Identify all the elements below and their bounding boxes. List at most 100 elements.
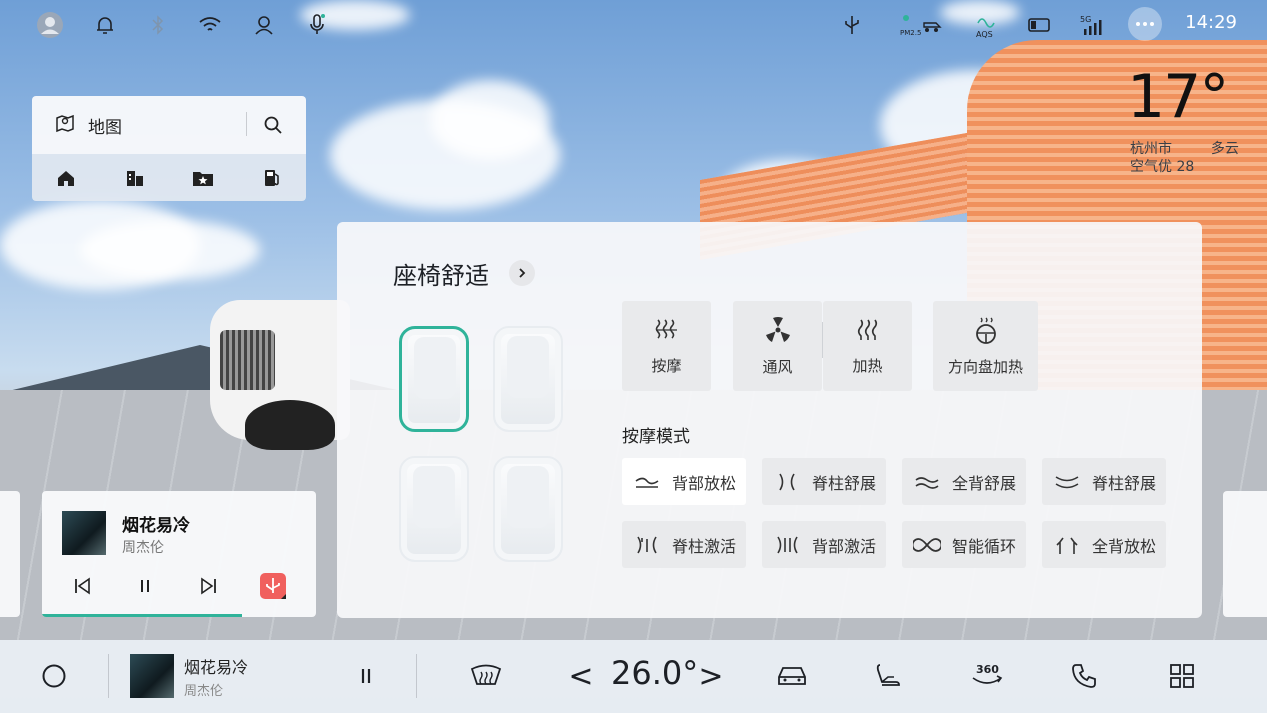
massage-label: 按摩 xyxy=(651,356,682,375)
playback-progress xyxy=(42,614,243,617)
avatar-icon[interactable] xyxy=(35,10,65,40)
previous-card-tab[interactable] xyxy=(0,491,20,617)
seat-comfort-panel: 座椅舒适 按摩 通风 加热 方向盘加热 按摩模式 背部放松 脊柱舒展 全背舒展 … xyxy=(337,222,1202,618)
wifi-icon[interactable] xyxy=(195,10,225,40)
dock-song-title[interactable]: 烟花易冷 xyxy=(184,654,248,678)
temperature-down-button[interactable]: < xyxy=(566,658,596,694)
spine-stretch-2-icon xyxy=(1052,470,1082,494)
dock-song-artist: 周杰伦 xyxy=(184,684,224,699)
user-icon[interactable] xyxy=(249,10,279,40)
5g-signal-icon[interactable]: 5G xyxy=(1077,10,1107,40)
mode-spine-stretch[interactable]: 脊柱舒展 xyxy=(762,458,886,505)
seat-heat-button[interactable]: 加热 xyxy=(823,301,912,391)
apps-grid-icon[interactable] xyxy=(1164,658,1200,694)
clock: 14:29 xyxy=(1185,12,1237,33)
cabin-temperature: 26.0° xyxy=(611,654,699,692)
back-relax-icon xyxy=(632,470,662,494)
phone-icon[interactable] xyxy=(1066,658,1102,694)
song-title: 烟花易冷 xyxy=(122,516,190,536)
mode-smart-cycle[interactable]: 智能循环 xyxy=(902,521,1026,568)
more-icon[interactable] xyxy=(1128,7,1162,41)
dock-bar: 烟花易冷 周杰伦 < 26.0° > 360 xyxy=(0,640,1267,713)
svg-text:AQS: AQS xyxy=(976,30,993,39)
mode-back-activate[interactable]: 背部激活 xyxy=(762,521,886,568)
mode-spine-activate[interactable]: 脊柱激活 xyxy=(622,521,746,568)
usb-icon[interactable] xyxy=(837,10,867,40)
mode-label: 脊柱激活 xyxy=(672,536,737,556)
screen-cast-icon[interactable] xyxy=(1024,10,1054,40)
pm25-icon[interactable]: PM2.5 xyxy=(898,10,942,40)
car-grille xyxy=(220,330,275,390)
full-back-relax-icon xyxy=(1052,533,1082,557)
mode-label: 脊柱舒展 xyxy=(1092,473,1157,493)
weather-location: 杭州市 多云 xyxy=(1130,138,1239,158)
seat-heat-label: 加热 xyxy=(852,356,883,375)
panel-title[interactable]: 座椅舒适 xyxy=(393,256,489,291)
pause-icon[interactable] xyxy=(350,658,382,694)
divider xyxy=(246,112,247,136)
music-card[interactable]: 烟花易冷 周杰伦 xyxy=(42,491,316,617)
smart-cycle-icon xyxy=(912,533,942,557)
massage-icon xyxy=(653,317,681,347)
song-artist: 周杰伦 xyxy=(122,540,164,556)
seat-front-left[interactable] xyxy=(399,326,469,432)
back-activate-icon xyxy=(772,533,802,557)
ventilation-button[interactable]: 通风 xyxy=(733,301,822,391)
seat-icon[interactable] xyxy=(870,658,906,694)
weather-temperature: 17° xyxy=(1127,62,1229,132)
weather-condition: 多云 xyxy=(1210,141,1239,157)
mode-label: 全背舒展 xyxy=(952,473,1017,493)
map-label: 地图 xyxy=(88,117,122,138)
mode-label: 背部激活 xyxy=(812,536,877,556)
microphone-icon[interactable] xyxy=(302,10,332,40)
steering-heat-button[interactable]: 方向盘加热 xyxy=(933,301,1038,391)
company-icon[interactable] xyxy=(120,163,150,193)
media-source-icon[interactable] xyxy=(258,571,288,601)
svg-text:360: 360 xyxy=(976,663,999,676)
aqs-icon[interactable]: AQS xyxy=(970,10,1000,40)
svg-text:5G: 5G xyxy=(1080,15,1091,24)
seat-heat-icon xyxy=(854,317,882,347)
ventilation-label: 通风 xyxy=(762,357,793,376)
map-shortcuts xyxy=(32,154,306,201)
previous-track-icon[interactable] xyxy=(67,571,97,601)
bluetooth-icon[interactable] xyxy=(143,10,173,40)
full-back-stretch-icon xyxy=(912,470,942,494)
status-bar: PM2.5 AQS 5G 14:29 xyxy=(0,0,1267,48)
defrost-icon[interactable] xyxy=(466,658,506,694)
cloud xyxy=(80,220,260,280)
massage-button[interactable]: 按摩 xyxy=(622,301,711,391)
mode-spine-stretch-2[interactable]: 脊柱舒展 xyxy=(1042,458,1166,505)
cloud xyxy=(430,80,550,160)
car-icon[interactable] xyxy=(772,658,812,694)
map-header[interactable]: 地图 xyxy=(32,96,306,154)
mode-label: 智能循环 xyxy=(952,536,1017,556)
mode-full-back-stretch[interactable]: 全背舒展 xyxy=(902,458,1026,505)
chevron-right-icon[interactable] xyxy=(509,260,535,286)
divider xyxy=(108,654,109,698)
bell-icon[interactable] xyxy=(90,10,120,40)
seat-front-right[interactable] xyxy=(493,326,563,432)
home-circle-icon[interactable] xyxy=(38,658,70,694)
gas-station-icon[interactable] xyxy=(257,163,287,193)
360-camera-icon[interactable]: 360 xyxy=(966,658,1008,694)
mode-label: 全背放松 xyxy=(1092,536,1157,556)
weather-air-quality: 空气优 28 xyxy=(1130,159,1195,175)
dock-album-cover[interactable] xyxy=(130,654,174,698)
seat-rear-left[interactable] xyxy=(399,456,469,562)
album-cover xyxy=(62,511,106,555)
pause-icon[interactable] xyxy=(130,571,160,601)
search-icon[interactable] xyxy=(258,110,288,140)
next-track-icon[interactable] xyxy=(194,571,224,601)
favorites-icon[interactable] xyxy=(188,163,218,193)
car-wheel xyxy=(245,400,335,450)
next-card-tab[interactable] xyxy=(1223,491,1267,617)
seat-rear-right[interactable] xyxy=(493,456,563,562)
massage-mode-title: 按摩模式 xyxy=(622,427,690,447)
map-card[interactable]: 地图 xyxy=(32,96,306,201)
mode-full-back-relax[interactable]: 全背放松 xyxy=(1042,521,1166,568)
mode-back-relax[interactable]: 背部放松 xyxy=(622,458,746,505)
temperature-up-button[interactable]: > xyxy=(696,658,726,694)
weather-city: 杭州市 xyxy=(1130,141,1172,157)
home-icon[interactable] xyxy=(51,163,81,193)
